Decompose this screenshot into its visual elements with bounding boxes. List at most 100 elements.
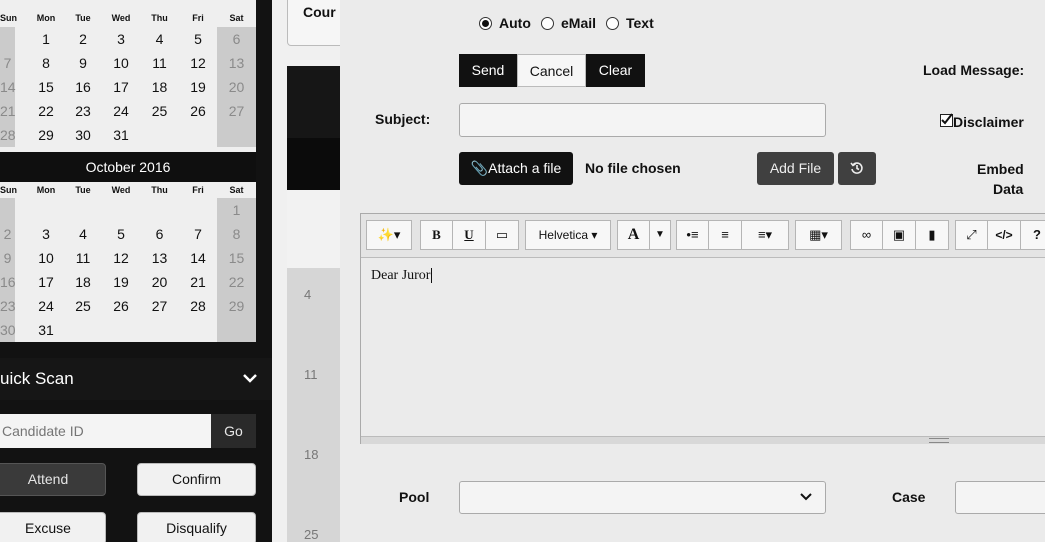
calendar-day[interactable]: 11 [64, 246, 102, 270]
font-color-icon[interactable]: A [617, 220, 650, 250]
calendar-day[interactable]: 5 [102, 222, 140, 246]
calendar-day[interactable]: 18 [140, 75, 179, 99]
calendar-day[interactable]: 31 [102, 123, 140, 147]
calendar-day[interactable]: 20 [217, 75, 256, 99]
attend-button[interactable]: Attend [0, 463, 106, 496]
bold-icon[interactable]: B [420, 220, 453, 250]
disqualify-button[interactable]: Disqualify [137, 512, 256, 542]
link-icon[interactable]: ∞ [850, 220, 883, 250]
ordered-list-icon[interactable]: ≡ [709, 220, 742, 250]
color-caret-icon[interactable]: ▼ [650, 220, 671, 250]
calendar-day[interactable]: 6 [217, 27, 256, 51]
calendar-day[interactable]: 26 [102, 294, 140, 318]
chevron-down-icon[interactable] [242, 358, 258, 417]
calendar-day[interactable]: 29 [217, 294, 256, 318]
pool-select[interactable] [459, 481, 826, 514]
calendar-day[interactable]: 1 [217, 198, 256, 222]
calendar-day[interactable]: 1 [28, 27, 64, 51]
calendar-day[interactable]: 13 [217, 51, 256, 75]
calendar-day[interactable]: 30 [0, 318, 16, 342]
calendar-day[interactable]: 22 [217, 270, 256, 294]
calendar-day[interactable]: 23 [64, 99, 102, 123]
calendar-day[interactable]: 16 [64, 75, 102, 99]
calendar-day[interactable]: 26 [179, 99, 217, 123]
eraser-icon[interactable]: ▭ [486, 220, 519, 250]
font-dropdown[interactable]: Helvetica ▾ [525, 220, 611, 250]
underline-icon[interactable]: U [453, 220, 486, 250]
calendar-day[interactable]: 22 [28, 99, 64, 123]
table-icon[interactable]: ▦▾ [795, 220, 842, 250]
calendar-day[interactable]: 25 [64, 294, 102, 318]
court-tab[interactable]: Cour [287, 0, 347, 46]
calendar-day[interactable]: 6 [140, 222, 179, 246]
calendar-day[interactable]: 14 [179, 246, 217, 270]
calendar-day[interactable]: 29 [28, 123, 64, 147]
editor-resize-handle[interactable] [361, 436, 1045, 444]
calendar-day[interactable]: 4 [140, 27, 179, 51]
calendar-day[interactable]: 14 [0, 75, 16, 99]
calendar-day[interactable]: 3 [102, 27, 140, 51]
send-button[interactable]: Send [459, 54, 517, 87]
go-button[interactable]: Go [211, 414, 256, 448]
case-input[interactable] [955, 481, 1045, 514]
picture-icon[interactable]: ▣ [883, 220, 916, 250]
unordered-list-icon[interactable]: •≡ [676, 220, 709, 250]
calendar-day[interactable]: 21 [179, 270, 217, 294]
calendar-day[interactable]: 16 [0, 270, 16, 294]
calendar-day[interactable]: 19 [102, 270, 140, 294]
calendar-day[interactable]: 18 [64, 270, 102, 294]
calendar-day[interactable]: 9 [0, 246, 15, 270]
calendar-day[interactable]: 2 [64, 27, 102, 51]
calendar-day[interactable]: 17 [102, 75, 140, 99]
calendar-day[interactable]: 28 [179, 294, 217, 318]
calendar-day[interactable]: 20 [140, 270, 179, 294]
cancel-button[interactable]: Cancel [517, 54, 586, 87]
magic-icon[interactable]: ✨▾ [366, 220, 412, 250]
calendar-day[interactable]: 15 [217, 246, 256, 270]
video-icon[interactable]: ▮ [916, 220, 949, 250]
calendar-day[interactable]: 25 [140, 99, 179, 123]
editor-content[interactable]: Dear Juror [371, 268, 433, 284]
confirm-button[interactable]: Confirm [137, 463, 256, 496]
fullscreen-icon[interactable]: ⤢ [955, 220, 988, 250]
calendar-day[interactable]: 30 [64, 123, 102, 147]
calendar-day[interactable]: 4 [64, 222, 102, 246]
calendar-day[interactable]: 7 [0, 51, 15, 75]
subject-input[interactable] [459, 103, 826, 137]
calendar-day[interactable]: 27 [217, 99, 256, 123]
calendar-day[interactable]: 13 [140, 246, 179, 270]
calendar-day[interactable]: 15 [28, 75, 64, 99]
calendar-day[interactable]: 27 [140, 294, 179, 318]
help-icon[interactable]: ? [1021, 220, 1045, 250]
candidate-id-input[interactable] [0, 414, 211, 448]
calendar-day[interactable]: 28 [0, 123, 16, 147]
code-view-icon[interactable]: </> [988, 220, 1021, 250]
calendar-day[interactable]: 9 [64, 51, 102, 75]
calendar-day[interactable]: 31 [28, 318, 64, 342]
calendar-day[interactable]: 3 [28, 222, 64, 246]
calendar-day[interactable]: 24 [102, 99, 140, 123]
calendar-day[interactable]: 12 [179, 51, 217, 75]
calendar-day[interactable]: 10 [102, 51, 140, 75]
radio-auto[interactable] [479, 17, 492, 30]
history-button[interactable] [838, 152, 876, 185]
calendar-day[interactable]: 8 [217, 222, 256, 246]
calendar-day[interactable]: 11 [140, 51, 179, 75]
calendar-day[interactable]: 17 [28, 270, 64, 294]
attach-file-button[interactable]: 📎Attach a file [459, 152, 573, 185]
calendar-day[interactable]: 2 [0, 222, 15, 246]
calendar-day[interactable]: 8 [28, 51, 64, 75]
align-icon[interactable]: ≡▾ [742, 220, 789, 250]
add-file-button[interactable]: Add File [757, 152, 834, 185]
calendar-day[interactable]: 23 [0, 294, 16, 318]
calendar-day[interactable]: 21 [0, 99, 16, 123]
calendar-day[interactable]: 7 [179, 222, 217, 246]
calendar-day[interactable]: 24 [28, 294, 64, 318]
calendar-day[interactable]: 5 [179, 27, 217, 51]
radio-email[interactable] [541, 17, 554, 30]
excuse-button[interactable]: Excuse [0, 512, 106, 542]
calendar-day[interactable]: 10 [28, 246, 64, 270]
quick-scan-header[interactable]: uick Scan [0, 358, 272, 400]
disclaimer-checkbox[interactable] [940, 113, 953, 127]
clear-button[interactable]: Clear [586, 54, 645, 87]
